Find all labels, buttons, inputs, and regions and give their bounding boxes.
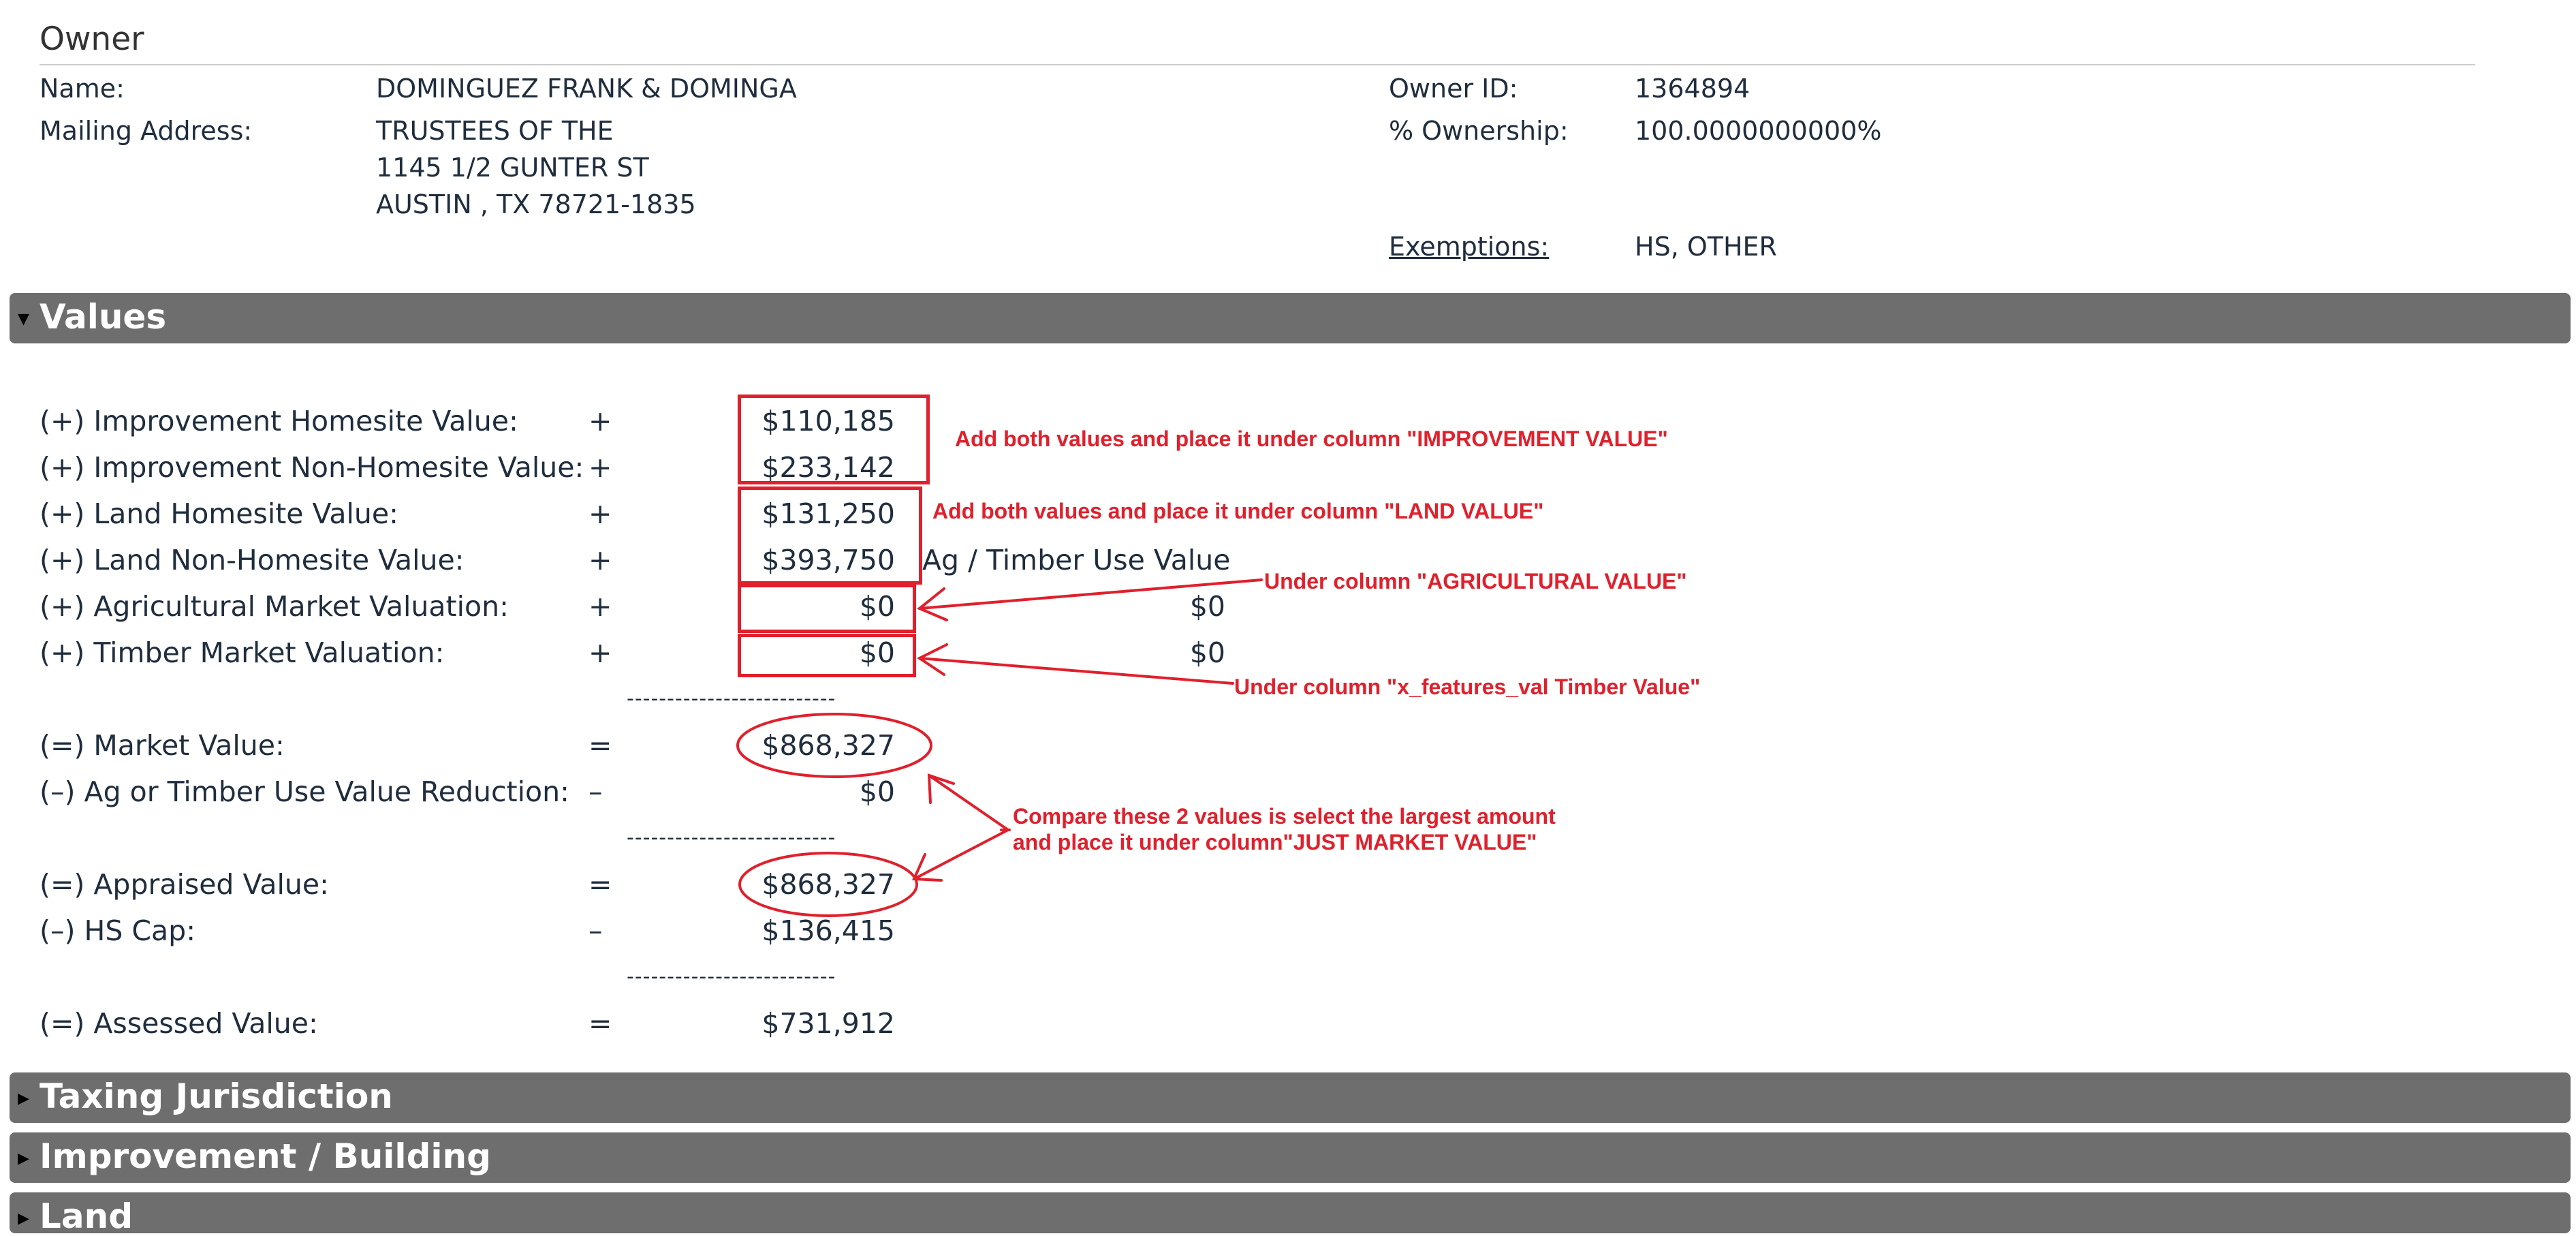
- taxing-jurisdiction-section-header[interactable]: ▶ Taxing Jurisdiction: [10, 1072, 2571, 1123]
- improvement-building-section-header[interactable]: ▶ Improvement / Building: [10, 1132, 2571, 1183]
- agricultural-market-label: (+) Agricultural Market Valuation:: [40, 590, 509, 623]
- land-section-header[interactable]: ▶ Land: [10, 1192, 2571, 1236]
- timber-market-label: (+) Timber Market Valuation:: [40, 636, 445, 669]
- owner-divider: [40, 64, 2475, 65]
- values-section-title: Values: [40, 297, 167, 337]
- subtotal-divider-1: --------------------------: [627, 687, 836, 711]
- land-section-title: Land: [40, 1196, 133, 1236]
- values-section-header[interactable]: ▼ Values: [10, 293, 2571, 343]
- timber-arrow: [918, 657, 1234, 685]
- market-value-op: =: [588, 729, 612, 762]
- appraised-value-amount: $868,327: [761, 868, 895, 901]
- agricultural-arrowhead: [917, 587, 948, 621]
- timber-arrowhead: [917, 643, 948, 676]
- owner-name-value: DOMINGUEZ FRANK & DOMINGA: [376, 74, 797, 104]
- owner-id-value: 1364894: [1635, 74, 1750, 104]
- improvement-non-homesite-label: (+) Improvement Non-Homesite Value:: [40, 451, 584, 484]
- ag-timber-use-value-header: Ag / Timber Use Value: [922, 544, 1231, 576]
- land-non-homesite-label: (+) Land Non-Homesite Value:: [40, 544, 465, 576]
- improvement-non-homesite-op: +: [588, 451, 612, 484]
- ownership-value: 100.0000000000%: [1635, 116, 1882, 146]
- owner-heading: Owner: [40, 20, 144, 58]
- timber-market-op: +: [588, 636, 612, 669]
- market-value-amount: $868,327: [761, 729, 895, 762]
- exemptions-link[interactable]: Exemptions:: [1389, 232, 1549, 262]
- compare-arrowhead-market: [927, 773, 955, 804]
- improvement-homesite-op: +: [588, 405, 612, 437]
- annotation-land-text: Add both values and place it under colum…: [932, 499, 1544, 523]
- subtotal-divider-3: --------------------------: [627, 965, 836, 989]
- agricultural-market-op: +: [588, 590, 612, 623]
- assessed-value-amount: $731,912: [761, 1007, 895, 1040]
- assessed-value-label: (=) Assessed Value:: [40, 1007, 318, 1040]
- land-homesite-label: (+) Land Homesite Value:: [40, 497, 398, 530]
- land-non-homesite-op: +: [588, 544, 612, 576]
- agricultural-use-value: $0: [1189, 590, 1225, 623]
- improvement-building-title: Improvement / Building: [40, 1137, 491, 1176]
- improvement-homesite-label: (+) Improvement Homesite Value:: [40, 405, 518, 437]
- mailing-address-line-2: 1145 1/2 GUNTER ST: [376, 153, 649, 183]
- hs-cap-label: (–) HS Cap:: [40, 914, 196, 947]
- expanded-triangle-icon: ▼: [18, 311, 29, 328]
- compare-arrow-market: [928, 774, 1009, 831]
- annotation-improvement-text: Add both values and place it under colum…: [955, 427, 1668, 451]
- mailing-address-label: Mailing Address:: [40, 116, 253, 146]
- annotation-timber-text: Under column "x_features_val Timber Valu…: [1234, 675, 1701, 699]
- mailing-address-line-1: TRUSTEES OF THE: [376, 116, 614, 146]
- subtotal-divider-2: --------------------------: [627, 826, 836, 850]
- ag-timber-reduction-label: (–) Ag or Timber Use Value Reduction:: [40, 775, 569, 808]
- ag-timber-reduction-amount: $0: [859, 775, 895, 808]
- agricultural-value-highlight-box: [738, 584, 916, 633]
- improvement-values-highlight-box: [738, 395, 930, 484]
- appraised-value-label: (=) Appraised Value:: [40, 868, 329, 901]
- collapsed-triangle-icon: ▶: [18, 1090, 29, 1107]
- owner-name-label: Name:: [40, 74, 125, 104]
- compare-arrowhead-appraised: [911, 853, 943, 882]
- annotation-compare-line-2: and place it under column"JUST MARKET VA…: [1013, 830, 1537, 854]
- owner-id-label: Owner ID:: [1389, 74, 1518, 104]
- taxing-jurisdiction-title: Taxing Jurisdiction: [40, 1077, 393, 1116]
- mailing-address-line-3: AUSTIN , TX 78721-1835: [376, 189, 696, 219]
- hs-cap-op: –: [588, 914, 603, 947]
- appraised-value-op: =: [588, 868, 612, 901]
- ag-timber-reduction-op: –: [588, 775, 603, 808]
- ownership-label: % Ownership:: [1389, 116, 1569, 146]
- timber-value-highlight-box: [738, 634, 916, 677]
- hs-cap-amount: $136,415: [761, 914, 895, 947]
- land-values-highlight-box: [738, 486, 922, 585]
- annotation-agricultural-text: Under column "AGRICULTURAL VALUE": [1264, 569, 1687, 593]
- annotation-compare-line-1: Compare these 2 values is select the lar…: [1013, 804, 1556, 829]
- market-value-label: (=) Market Value:: [40, 729, 285, 762]
- assessed-value-op: =: [588, 1007, 612, 1040]
- timber-use-value: $0: [1189, 636, 1225, 669]
- exemptions-value: HS, OTHER: [1635, 232, 1777, 262]
- compare-arrow-appraised: [913, 829, 1009, 880]
- land-homesite-op: +: [588, 497, 612, 530]
- collapsed-triangle-icon: ▶: [18, 1150, 29, 1167]
